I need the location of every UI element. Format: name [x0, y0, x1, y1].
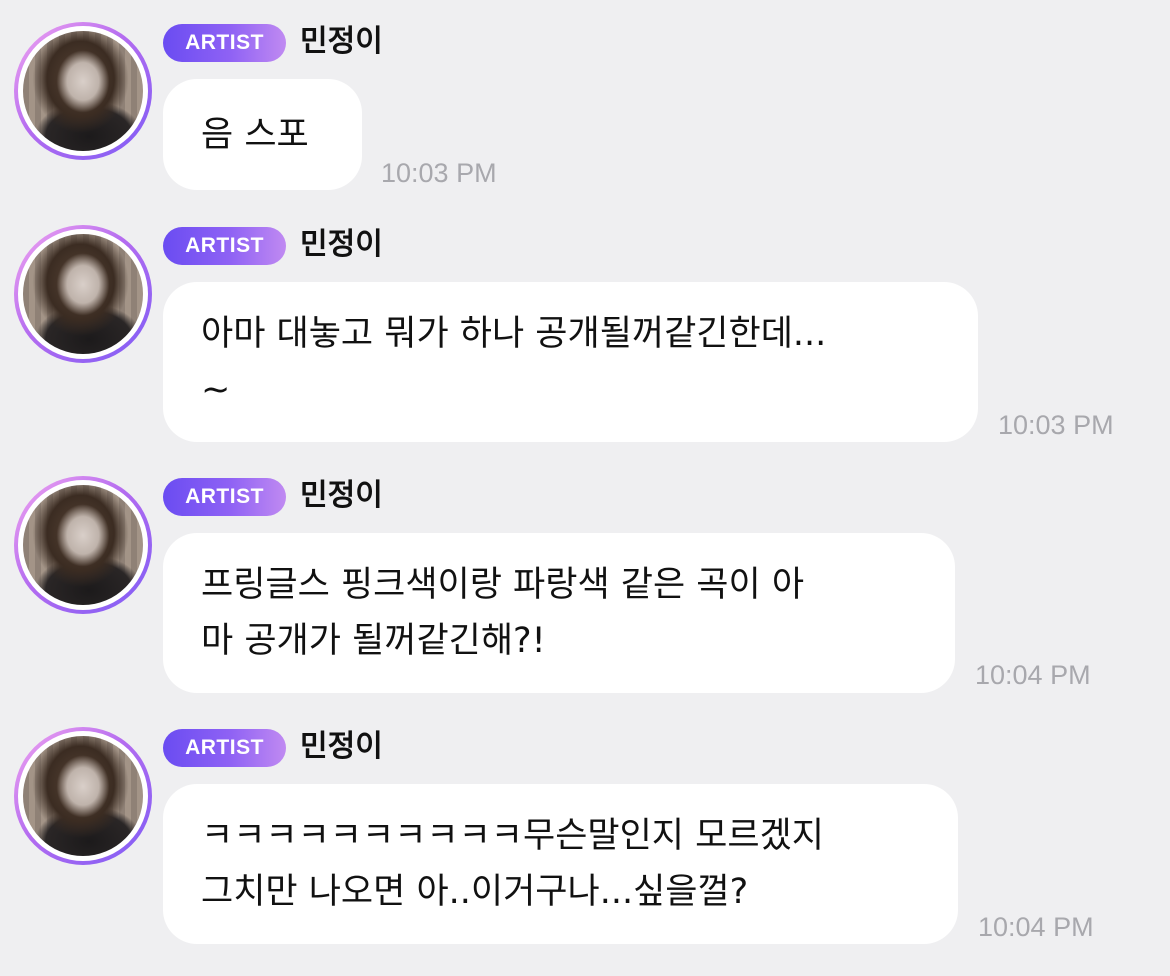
message-bubble[interactable]: 아마 대놓고 뭐가 하나 공개될꺼같긴한데... ~	[163, 282, 978, 442]
message-item: ARTIST 민정이 아마 대놓고 뭐가 하나 공개될꺼같긴한데... ~ 10…	[0, 203, 1170, 443]
avatar-photo	[23, 736, 143, 856]
sender-name: 민정이	[300, 729, 383, 764]
avatar[interactable]	[14, 476, 152, 614]
message-text-line: 아마 대놓고 뭐가 하나 공개될꺼같긴한데...	[201, 314, 827, 354]
avatar-frame	[18, 26, 148, 156]
artist-badge: ARTIST	[163, 729, 286, 767]
avatar-frame	[18, 480, 148, 610]
chat-feed[interactable]: ARTIST 민정이 음 스포 10:03 PM ARTIST 민정이 아마 대…	[0, 0, 1170, 976]
message-bubble[interactable]: 음 스포	[163, 79, 362, 190]
message-text-line: ㅋㅋㅋㅋㅋㅋㅋㅋㅋㅋ무슨말인지 모르겠지	[201, 816, 824, 856]
sender-name: 민정이	[300, 478, 383, 513]
sender-name: 민정이	[300, 24, 383, 59]
message-timestamp: 10:04 PM	[975, 660, 1091, 690]
message-timestamp: 10:04 PM	[978, 912, 1094, 942]
avatar[interactable]	[14, 225, 152, 363]
message-timestamp: 10:03 PM	[998, 410, 1114, 440]
avatar-frame	[18, 731, 148, 861]
avatar-frame	[18, 229, 148, 359]
message-timestamp: 10:03 PM	[381, 158, 497, 188]
message-text-line: ~	[201, 370, 231, 410]
avatar[interactable]	[14, 727, 152, 865]
message-bubble[interactable]: ㅋㅋㅋㅋㅋㅋㅋㅋㅋㅋ무슨말인지 모르겠지 그치만 나오면 아..이거구나...싶…	[163, 784, 958, 944]
message-item: ARTIST 민정이 프링글스 핑크색이랑 파랑색 같은 곡이 아 마 공개가 …	[0, 454, 1170, 694]
message-bubble[interactable]: 프링글스 핑크색이랑 파랑색 같은 곡이 아 마 공개가 될꺼같긴해?!	[163, 533, 955, 693]
message-text-line: 음 스포	[201, 114, 309, 155]
avatar[interactable]	[14, 22, 152, 160]
avatar-photo	[23, 31, 143, 151]
message-text-line: 그치만 나오면 아..이거구나...싶을껄?	[201, 872, 749, 912]
message-text-line: 프링글스 핑크색이랑 파랑색 같은 곡이 아	[201, 565, 805, 605]
message-text-line: 마 공개가 될꺼같긴해?!	[201, 621, 546, 661]
artist-badge: ARTIST	[163, 227, 286, 265]
sender-name: 민정이	[300, 227, 383, 262]
avatar-photo	[23, 234, 143, 354]
artist-badge: ARTIST	[163, 24, 286, 62]
artist-badge: ARTIST	[163, 478, 286, 516]
message-item: ARTIST 민정이 ㅋㅋㅋㅋㅋㅋㅋㅋㅋㅋ무슨말인지 모르겠지 그치만 나오면 …	[0, 705, 1170, 945]
avatar-photo	[23, 485, 143, 605]
